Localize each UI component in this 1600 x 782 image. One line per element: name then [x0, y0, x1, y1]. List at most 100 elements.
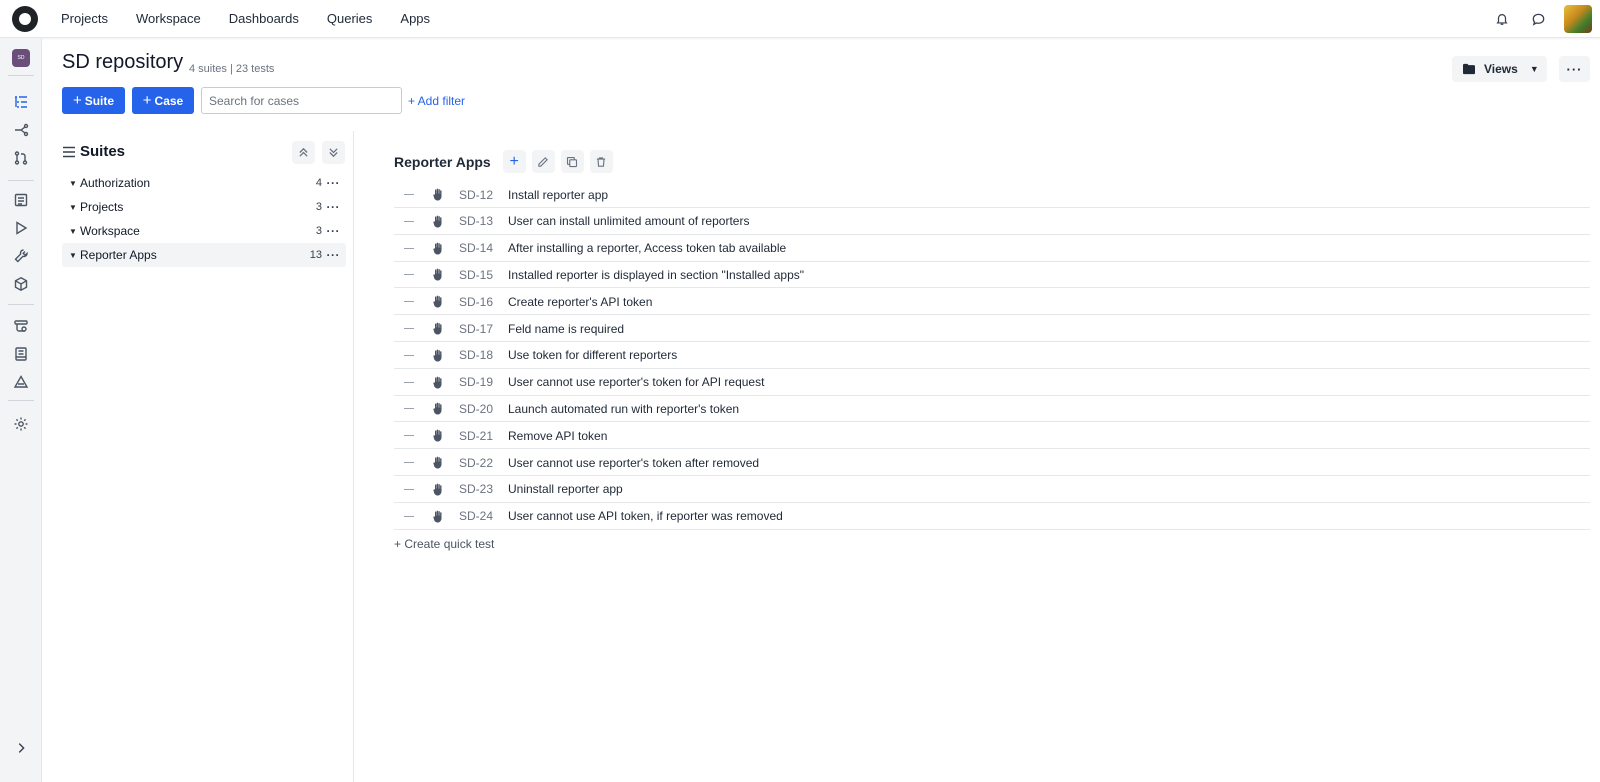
test-case-row[interactable]: SD-14 After installing a reporter, Access…	[394, 236, 1590, 262]
stack-icon[interactable]	[11, 316, 31, 336]
case-id[interactable]: SD-24	[459, 509, 493, 523]
caret-down-icon[interactable]: ▼	[69, 203, 77, 212]
menu-icon	[63, 146, 75, 157]
expand-all-button[interactable]	[322, 141, 345, 164]
test-case-row[interactable]: SD-20 Launch automated run with reporter'…	[394, 396, 1590, 423]
add-filter-link[interactable]: + Add filter	[408, 94, 465, 108]
suite-item-workspace[interactable]: ▼ Workspace 3 ···	[62, 219, 346, 243]
app-logo[interactable]	[12, 5, 38, 32]
case-id[interactable]: SD-18	[459, 348, 493, 362]
test-case-row[interactable]: SD-21 Remove API token	[394, 423, 1590, 450]
priority-indicator	[404, 488, 414, 490]
caret-down-icon[interactable]: ▼	[69, 227, 77, 236]
manual-hand-icon	[432, 242, 444, 258]
case-id[interactable]: SD-17	[459, 322, 493, 336]
case-title[interactable]: User cannot use reporter's token for API…	[508, 375, 764, 389]
add-case-icon[interactable]: +	[502, 150, 526, 173]
case-id[interactable]: SD-21	[459, 429, 493, 443]
chat-icon[interactable]	[1528, 9, 1548, 29]
case-title[interactable]: After installing a reporter, Access toke…	[508, 241, 786, 255]
edit-suite-button[interactable]	[531, 150, 555, 173]
suite-item-projects[interactable]: ▼ Projects 3 ···	[62, 195, 346, 219]
rail-divider	[8, 180, 34, 181]
case-id[interactable]: SD-23	[459, 482, 493, 496]
caret-down-icon[interactable]: ▼	[69, 251, 77, 260]
priority-indicator	[404, 274, 414, 276]
priority-indicator	[404, 194, 414, 195]
case-id[interactable]: SD-15	[459, 268, 493, 282]
nav-dashboards[interactable]: Dashboards	[215, 0, 313, 38]
play-icon[interactable]	[11, 218, 31, 238]
manual-hand-icon	[432, 483, 444, 499]
add-case-button[interactable]: + Case	[132, 87, 194, 114]
collapse-all-button[interactable]	[292, 141, 315, 164]
bell-icon[interactable]	[1492, 9, 1512, 29]
test-case-row[interactable]: SD-12 Install reporter app	[394, 182, 1590, 208]
caret-down-icon[interactable]: ▼	[69, 179, 77, 188]
priority-indicator	[404, 435, 414, 437]
panel-divider[interactable]	[353, 131, 354, 782]
case-id[interactable]: SD-20	[459, 402, 493, 416]
case-id[interactable]: SD-22	[459, 456, 493, 470]
test-case-row[interactable]: SD-17 Feld name is required	[394, 316, 1590, 342]
case-id[interactable]: SD-14	[459, 241, 493, 255]
nav-projects[interactable]: Projects	[47, 0, 122, 38]
expand-chevron-icon[interactable]	[11, 738, 31, 758]
user-avatar[interactable]	[1564, 5, 1592, 33]
case-title[interactable]: Feld name is required	[508, 322, 624, 336]
test-case-row[interactable]: SD-24 User cannot use API token, if repor…	[394, 504, 1590, 530]
book-icon[interactable]	[11, 344, 31, 364]
test-case-row[interactable]: SD-18 Use token for different reporters	[394, 343, 1590, 369]
test-case-row[interactable]: SD-22 User cannot use reporter's token af…	[394, 450, 1590, 476]
case-title[interactable]: Remove API token	[508, 429, 607, 443]
delete-suite-button[interactable]	[589, 150, 613, 173]
test-case-row[interactable]: SD-19 User cannot use reporter's token fo…	[394, 370, 1590, 396]
case-title[interactable]: User can install unlimited amount of rep…	[508, 214, 749, 228]
case-id[interactable]: SD-12	[459, 188, 493, 202]
suite-more-icon[interactable]: ···	[327, 224, 341, 238]
case-id[interactable]: SD-13	[459, 214, 493, 228]
test-case-row[interactable]: SD-23 Uninstall reporter app	[394, 477, 1590, 503]
test-case-row[interactable]: SD-15 Installed reporter is displayed in …	[394, 262, 1590, 289]
case-title[interactable]: Install reporter app	[508, 188, 608, 202]
create-quick-test-link[interactable]: + Create quick test	[394, 537, 494, 551]
clone-suite-button[interactable]	[560, 150, 584, 173]
suite-more-icon[interactable]: ···	[327, 248, 341, 262]
test-case-row[interactable]: SD-13 User can install unlimited amount o…	[394, 209, 1590, 235]
repository-icon[interactable]	[11, 92, 31, 112]
suite-more-icon[interactable]: ···	[327, 200, 341, 214]
case-title[interactable]: User cannot use API token, if reporter w…	[508, 509, 783, 523]
case-title[interactable]: User cannot use reporter's token after r…	[508, 456, 759, 470]
suite-more-icon[interactable]: ···	[327, 176, 341, 190]
case-title[interactable]: Uninstall reporter app	[508, 482, 623, 496]
gear-icon[interactable]	[11, 414, 31, 434]
case-title[interactable]: Create reporter's API token	[508, 295, 652, 309]
nav-workspace[interactable]: Workspace	[122, 0, 215, 38]
top-navbar: Projects Workspace Dashboards Queries Ap…	[0, 0, 1600, 38]
add-case-label: Case	[154, 93, 184, 108]
wrench-icon[interactable]	[11, 246, 31, 266]
nav-apps[interactable]: Apps	[386, 0, 444, 38]
pull-request-icon[interactable]	[11, 148, 31, 168]
case-title[interactable]: Launch automated run with reporter's tok…	[508, 402, 739, 416]
cube-icon[interactable]	[11, 274, 31, 294]
suite-header: Reporter Apps +	[394, 150, 613, 173]
suite-item-reporter-apps[interactable]: ▼ Reporter Apps 13 ···	[62, 243, 346, 267]
add-suite-button[interactable]: + Suite	[62, 87, 125, 114]
case-title[interactable]: Use token for different reporters	[508, 348, 677, 362]
case-id[interactable]: SD-19	[459, 375, 493, 389]
more-options-button[interactable]: ···	[1559, 56, 1590, 82]
case-id[interactable]: SD-16	[459, 295, 493, 309]
share-icon[interactable]	[11, 120, 31, 140]
search-input[interactable]	[201, 87, 402, 114]
plus-icon: +	[142, 92, 152, 109]
project-badge[interactable]: SD	[12, 49, 30, 67]
test-case-row[interactable]: SD-16 Create reporter's API token	[394, 289, 1590, 316]
nav-queries[interactable]: Queries	[313, 0, 387, 38]
warning-icon[interactable]	[11, 372, 31, 392]
case-title[interactable]: Installed reporter is displayed in secti…	[508, 268, 804, 282]
caret-down-icon: ▼	[1529, 64, 1539, 74]
suite-item-authorization[interactable]: ▼ Authorization 4 ···	[62, 171, 346, 195]
views-dropdown-button[interactable]: Views ▼	[1452, 56, 1547, 82]
plans-icon[interactable]	[11, 190, 31, 210]
